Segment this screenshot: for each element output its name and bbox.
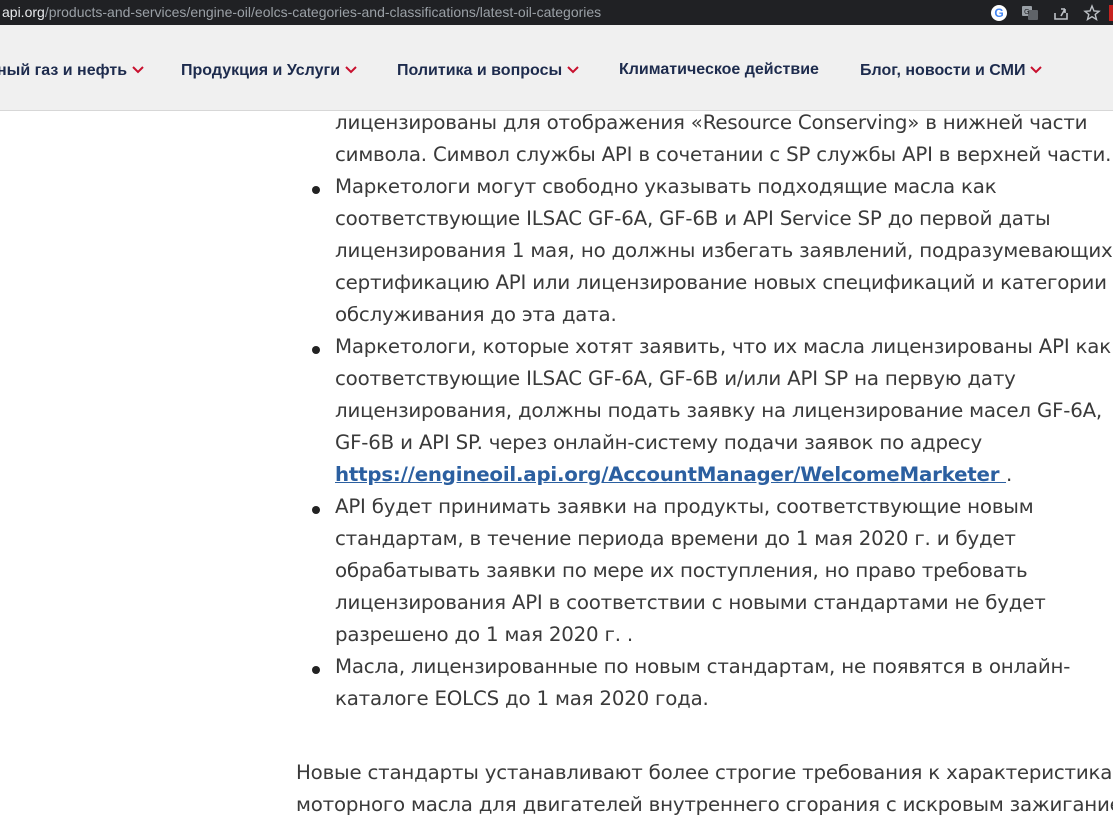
chevron-down-icon: [345, 61, 357, 79]
extension-edge: [1109, 4, 1113, 21]
list-item-line: соответствующие ILSAC GF-6A, GF-6B и/или…: [335, 367, 1016, 390]
nav-item-label: Блог, новости и СМИ: [860, 62, 1026, 79]
nav-item-policy[interactable]: Политика и вопросы: [397, 61, 579, 80]
bullet-marker: [312, 506, 320, 514]
url-path: /products-and-services/engine-oil/eolcs-…: [44, 4, 602, 20]
list-item-line: GF-6B и API SP. через онлайн-систему под…: [335, 431, 982, 454]
welcome-marketer-link[interactable]: https://engineoil.api.org/AccountManager…: [335, 463, 1006, 486]
nav-item-products[interactable]: Продукция и Услуги: [181, 61, 357, 80]
text-line: лицензированы для отображения «Resource …: [335, 111, 1088, 134]
list-item-line: https://engineoil.api.org/AccountManager…: [335, 463, 1012, 486]
chevron-down-icon: [1030, 61, 1043, 79]
list-item-line: соответствующие ILSAC GF-6A, GF-6B и API…: [335, 207, 1051, 230]
list-item-line: лицензирования 1 мая, но должны избегать…: [335, 239, 1113, 262]
list-item-line: Масла, лицензированные по новым стандарт…: [335, 655, 1071, 678]
nav-item-label: ный газ и нефть: [0, 62, 128, 79]
bullet-marker: [312, 346, 320, 354]
bullet-marker: [312, 666, 320, 674]
list-item-line: обрабатывать заявки по мере их поступлен…: [335, 559, 1028, 582]
nav-item-label: Климатическое действие: [619, 61, 819, 78]
translate-icon[interactable]: G: [1019, 2, 1041, 24]
article-content: лицензированы для отображения «Resource …: [0, 111, 1113, 815]
list-item-line: Маркетологи могут свободно указывать под…: [335, 175, 997, 198]
nav-item-label: Политика и вопросы: [397, 62, 563, 79]
list-item-line: разрешено до 1 мая 2020 г. .: [335, 623, 633, 646]
svg-text:G: G: [1024, 8, 1029, 16]
nav-item-climate[interactable]: Климатическое действие: [619, 61, 819, 79]
paragraph-line: моторного масла для двигателей внутренне…: [296, 793, 1113, 815]
google-icon[interactable]: G: [988, 2, 1010, 24]
browser-address-bar[interactable]: api.org/products-and-services/engine-oil…: [0, 0, 1113, 25]
url-host: api.org: [2, 4, 45, 20]
list-item-line: обслуживания до эта дата.: [335, 303, 617, 326]
list-item-line: лицензирования API в соответствии с новы…: [335, 591, 1046, 614]
list-item-line: каталоге EOLCS до 1 мая 2020 года.: [335, 687, 709, 710]
url-text[interactable]: api.org/products-and-services/engine-oil…: [2, 4, 601, 20]
chevron-down-icon: [567, 61, 579, 79]
list-item-line: сертификацию API или лицензирование новы…: [335, 271, 1107, 294]
link-suffix: .: [1006, 463, 1013, 486]
chevron-down-icon: [132, 61, 144, 79]
nav-item-blog[interactable]: Блог, новости и СМИ: [860, 61, 1043, 80]
list-item-line: API будет принимать заявки на продукты, …: [335, 495, 1034, 518]
star-icon[interactable]: [1081, 2, 1103, 24]
share-icon[interactable]: [1050, 2, 1072, 24]
list-item-line: Маркетологи, которые хотят заявить, что …: [335, 335, 1111, 358]
bullet-marker: [312, 186, 320, 194]
nav-item-gas-oil[interactable]: ный газ и нефть: [0, 61, 144, 80]
list-item-line: стандартам, в течение периода времени до…: [335, 527, 1016, 550]
site-nav: ный газ и нефть Продукция и Услуги Полит…: [0, 25, 1113, 111]
nav-item-label: Продукция и Услуги: [181, 62, 341, 79]
paragraph-line: Новые стандарты устанавливают более стро…: [296, 761, 1113, 784]
text-line: символа. Символ службы API в сочетании с…: [335, 143, 1112, 166]
list-item-line: лицензирования, должны подать заявку на …: [335, 399, 1103, 422]
